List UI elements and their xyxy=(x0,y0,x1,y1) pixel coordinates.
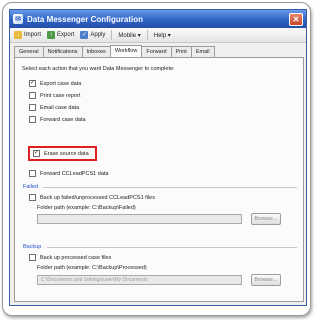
action-forward-ccleadpcs1-data[interactable]: Forward CCLeadPCS1 data xyxy=(29,170,108,177)
failed-path-field[interactable] xyxy=(37,214,242,224)
action-export-case-data[interactable]: ✓ Export case data xyxy=(29,80,81,87)
group-divider xyxy=(43,187,297,188)
failed-folder-label: Folder path (example: C:\Backup\Failed) xyxy=(37,205,136,211)
action-label: Email case data xyxy=(40,104,80,111)
import-button[interactable]: ↓ Import xyxy=(14,31,41,39)
action-label: Export case data xyxy=(40,80,82,87)
tab-general[interactable]: General xyxy=(14,46,44,57)
export-label: Export xyxy=(57,32,75,38)
tab-inboxes[interactable]: Inboxes xyxy=(81,46,111,57)
apply-label: Apply xyxy=(90,32,106,38)
checkbox[interactable]: ✓ xyxy=(29,80,36,87)
failed-checkbox-label: Back up failed/unprocessed CCLeadPCS1 fi… xyxy=(40,194,155,201)
checkbox[interactable] xyxy=(29,116,36,123)
close-button[interactable]: ✕ xyxy=(289,12,303,26)
action-label: Forward CCLeadPCS1 data xyxy=(40,170,109,177)
export-button[interactable]: ↑ Export xyxy=(47,31,74,39)
tab-workflow[interactable]: Workflow xyxy=(109,45,143,57)
backup-folder-label: Folder path (example: C:\Backup\Processe… xyxy=(37,265,147,271)
checkbox[interactable] xyxy=(29,170,36,177)
workflow-panel: Select each action that you want Data Me… xyxy=(14,57,304,302)
toolbar-separator xyxy=(146,30,148,40)
tab-print[interactable]: Print xyxy=(170,46,192,57)
export-icon: ↑ xyxy=(47,31,56,39)
action-forward-case-data[interactable]: Forward case data xyxy=(29,116,86,123)
checkbox[interactable] xyxy=(29,92,36,99)
apply-icon: ✓ xyxy=(80,31,89,39)
action-label: Erase source data xyxy=(44,150,89,157)
toolbar: ↓ Import ↑ Export ✓ Apply Mobile ▾ Help … xyxy=(10,28,306,43)
action-label: Print case report xyxy=(40,92,81,99)
window-title: Data Messenger Configuration xyxy=(27,14,144,24)
apply-button[interactable]: ✓ Apply xyxy=(80,31,105,39)
backup-path-field[interactable]: C:\Documents and Settings\user\My Docume… xyxy=(37,275,242,285)
title-bar: ✉ Data Messenger Configuration ✕ xyxy=(10,10,306,28)
backup-browse-button[interactable]: Browse... xyxy=(251,274,281,286)
tab-email[interactable]: Email xyxy=(190,46,215,57)
failed-browse-button[interactable]: Browse... xyxy=(251,213,281,225)
group-divider xyxy=(47,247,297,248)
failed-backup-option[interactable]: Back up failed/unprocessed CCLeadPCS1 fi… xyxy=(29,194,155,201)
app-icon: ✉ xyxy=(13,14,23,24)
tab-forward[interactable]: Forward xyxy=(141,46,172,57)
backup-checkbox-label: Back up processed case files xyxy=(40,254,112,261)
import-label: Import xyxy=(24,32,42,38)
backup-processed-option[interactable]: Back up processed case files xyxy=(29,254,111,261)
checkbox[interactable]: ✓ xyxy=(33,150,40,157)
action-erase-source-data[interactable]: ✓ Erase source data xyxy=(33,150,89,157)
backup-group-label: Backup xyxy=(23,244,42,250)
checkbox[interactable] xyxy=(29,254,36,261)
checkbox[interactable] xyxy=(29,194,36,201)
instruction-text: Select each action that you want Data Me… xyxy=(22,66,175,72)
checkbox[interactable] xyxy=(29,104,36,111)
tab-notifications[interactable]: Notifications xyxy=(42,46,83,57)
failed-group-label: Failed xyxy=(23,184,38,190)
config-window: ✉ Data Messenger Configuration ✕ ↓ Impor… xyxy=(9,9,307,306)
import-icon: ↓ xyxy=(14,31,22,39)
action-label: Forward case data xyxy=(40,116,86,123)
action-print-case-report[interactable]: Print case report xyxy=(29,92,80,99)
help-menu[interactable]: Help ▾ xyxy=(154,32,171,39)
mobile-menu[interactable]: Mobile ▾ xyxy=(118,32,140,39)
toolbar-separator xyxy=(111,30,113,40)
action-email-case-data[interactable]: Email case data xyxy=(29,104,79,111)
